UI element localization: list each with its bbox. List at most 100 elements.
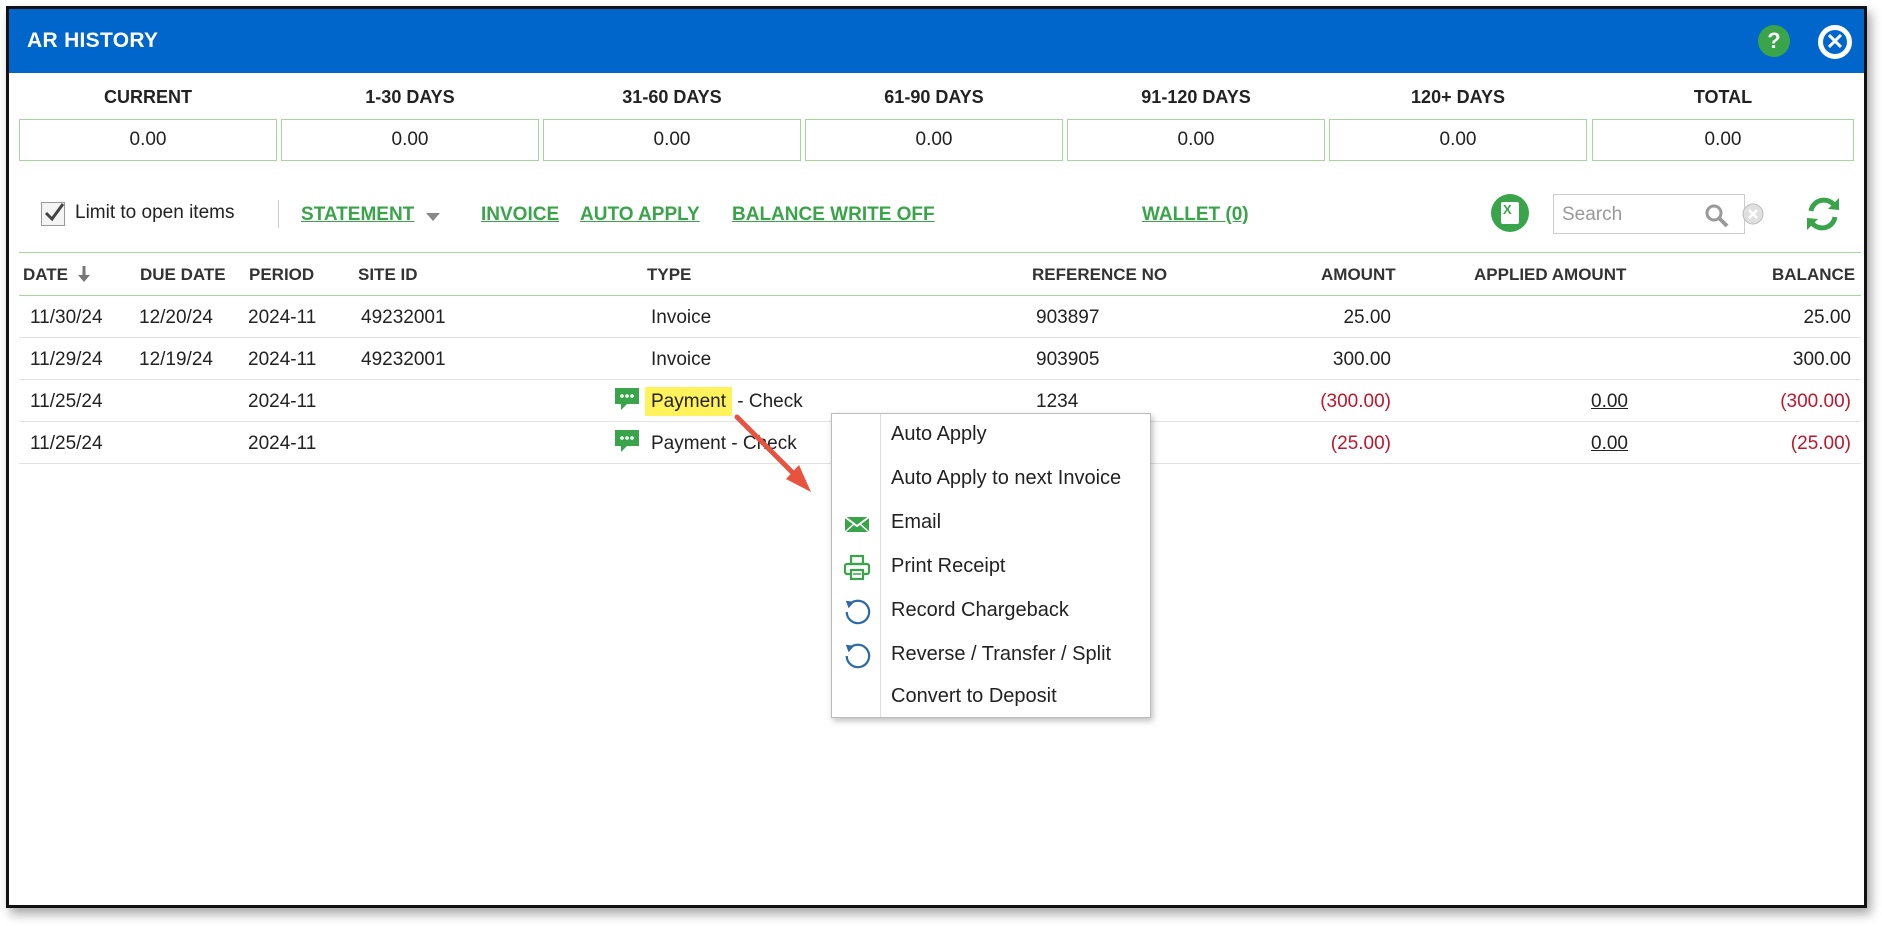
cell-applied-amount[interactable]: 0.00 xyxy=(1591,433,1628,455)
chevron-down-icon[interactable] xyxy=(426,213,440,221)
window-title: AR HISTORY xyxy=(27,29,159,52)
menu-item-label: Auto Apply to next Invoice xyxy=(891,467,1122,489)
auto-apply-link[interactable]: AUTO APPLY xyxy=(580,204,700,226)
cell-period: 2024-11 xyxy=(248,349,317,370)
menu-item-label: Record Chargeback xyxy=(891,599,1069,621)
cell-site-id: 49232001 xyxy=(361,349,446,370)
menu-item-label: Print Receipt xyxy=(891,555,1006,577)
close-icon[interactable]: ✕ xyxy=(1818,25,1852,59)
comment-icon[interactable] xyxy=(613,428,641,454)
balance-write-off-link[interactable]: BALANCE WRITE OFF xyxy=(732,204,935,226)
aging-value: 0.00 xyxy=(281,119,539,161)
col-due-date[interactable]: DUE DATE xyxy=(140,265,226,285)
type-suffix: - Check xyxy=(731,391,803,412)
col-site-id[interactable]: SITE ID xyxy=(358,265,418,285)
aging-1-30: 1-30 DAYS 0.00 xyxy=(281,83,539,161)
cell-period: 2024-11 xyxy=(248,391,317,412)
cell-reference-no: 903897 xyxy=(1036,307,1100,328)
col-type[interactable]: TYPE xyxy=(647,265,691,285)
col-period[interactable]: PERIOD xyxy=(249,265,314,285)
cell-amount: (25.00) xyxy=(1330,433,1391,454)
comment-icon[interactable] xyxy=(613,386,641,412)
refresh-icon[interactable] xyxy=(1803,194,1843,234)
aging-91-120: 91-120 DAYS 0.00 xyxy=(1067,83,1325,161)
cell-due-date: 12/19/24 xyxy=(139,349,213,370)
cell-period: 2024-11 xyxy=(248,433,317,454)
cell-applied-amount[interactable]: 0.00 xyxy=(1591,391,1628,413)
cell-period: 2024-11 xyxy=(248,307,317,328)
menu-item-email[interactable]: Email xyxy=(832,504,1150,544)
envelope-icon xyxy=(844,516,870,533)
title-bar: AR HISTORY ? ✕ xyxy=(9,9,1864,73)
aging-value: 0.00 xyxy=(1067,119,1325,161)
undo-icon xyxy=(845,599,871,625)
toolbar-divider xyxy=(278,200,279,228)
search-icon[interactable] xyxy=(1704,203,1730,229)
aging-total: TOTAL 0.00 xyxy=(1592,83,1854,161)
cell-type: Invoice xyxy=(651,349,712,370)
col-reference-no[interactable]: REFERENCE NO xyxy=(1032,265,1167,285)
cell-reference-no: 1234 xyxy=(1036,391,1079,412)
wallet-link[interactable]: WALLET (0) xyxy=(1142,204,1249,226)
menu-item-auto-apply-next-invoice[interactable]: Auto Apply to next Invoice xyxy=(832,460,1150,500)
toolbar: Limit to open items STATEMENT INVOICE AU… xyxy=(33,194,1864,234)
cell-balance: (25.00) xyxy=(1790,433,1851,454)
aging-label: 91-120 DAYS xyxy=(1141,87,1251,107)
search-box[interactable]: Search xyxy=(1553,194,1745,234)
menu-item-auto-apply[interactable]: Auto Apply xyxy=(832,416,1150,456)
undo-icon xyxy=(845,643,871,669)
row-context-menu: Auto Apply Auto Apply to next Invoice Em… xyxy=(831,413,1151,718)
aging-summary: CURRENT 0.00 1-30 DAYS 0.00 31-60 DAYS 0… xyxy=(19,83,1861,173)
aging-value: 0.00 xyxy=(1592,119,1854,161)
cell-balance: 300.00 xyxy=(1792,349,1851,370)
aging-value: 0.00 xyxy=(543,119,801,161)
aging-label: 31-60 DAYS xyxy=(622,87,722,107)
menu-item-print-receipt[interactable]: Print Receipt xyxy=(832,548,1150,588)
limit-open-items-checkbox[interactable] xyxy=(41,202,65,226)
menu-item-label: Reverse / Transfer / Split xyxy=(891,643,1112,665)
help-icon[interactable]: ? xyxy=(1758,25,1790,57)
search-input[interactable]: Search xyxy=(1562,204,1622,226)
checkmark-icon xyxy=(44,203,65,222)
aging-31-60: 31-60 DAYS 0.00 xyxy=(543,83,801,161)
cell-site-id: 49232001 xyxy=(361,307,446,328)
aging-value: 0.00 xyxy=(1329,119,1587,161)
cell-amount: (300.00) xyxy=(1320,391,1391,412)
aging-value: 0.00 xyxy=(19,119,277,161)
col-amount[interactable]: AMOUNT xyxy=(1321,265,1396,285)
aging-current: CURRENT 0.00 xyxy=(19,83,277,161)
ar-history-window: AR HISTORY ? ✕ CURRENT 0.00 1-30 DAYS 0.… xyxy=(6,6,1867,908)
invoice-link[interactable]: INVOICE xyxy=(481,204,559,226)
excel-export-icon[interactable]: X xyxy=(1491,194,1529,232)
col-balance[interactable]: BALANCE xyxy=(1772,265,1855,285)
clear-search-icon[interactable] xyxy=(1741,202,1765,226)
menu-item-reverse-transfer-split[interactable]: Reverse / Transfer / Split xyxy=(832,636,1150,676)
cell-type: Invoice xyxy=(651,307,712,328)
printer-icon xyxy=(843,554,871,581)
type-label: Payment xyxy=(651,433,726,454)
type-suffix: - Check xyxy=(725,433,797,454)
cell-amount: 25.00 xyxy=(1343,307,1391,328)
cell-reference-no: 903905 xyxy=(1036,349,1100,370)
menu-item-convert-to-deposit[interactable]: Convert to Deposit xyxy=(832,678,1150,718)
aging-61-90: 61-90 DAYS 0.00 xyxy=(805,83,1063,161)
table-row[interactable]: 11/29/24 12/19/24 2024-11 49232001 Invoi… xyxy=(19,338,1861,380)
menu-item-label: Convert to Deposit xyxy=(891,685,1057,707)
table-row[interactable]: 11/30/24 12/20/24 2024-11 49232001 Invoi… xyxy=(19,296,1861,338)
type-highlight: Payment xyxy=(645,387,732,416)
menu-item-record-chargeback[interactable]: Record Chargeback xyxy=(832,592,1150,632)
aging-label: TOTAL xyxy=(1693,87,1753,107)
col-applied-amount[interactable]: APPLIED AMOUNT xyxy=(1474,265,1626,285)
table-header: DATE DUE DATE PERIOD SITE ID TYPE REFERE… xyxy=(19,252,1861,296)
aging-120-plus: 120+ DAYS 0.00 xyxy=(1329,83,1587,161)
cell-balance: 25.00 xyxy=(1803,307,1851,328)
cell-date: 11/30/24 xyxy=(30,307,103,328)
cell-type[interactable]: Payment - Check xyxy=(645,387,803,416)
cell-date: 11/25/24 xyxy=(30,391,103,412)
col-date[interactable]: DATE xyxy=(23,265,91,285)
excel-x-glyph: X xyxy=(1503,202,1512,217)
cell-due-date: 12/20/24 xyxy=(139,307,213,328)
sort-down-icon[interactable] xyxy=(77,265,91,283)
cell-date: 11/25/24 xyxy=(30,433,103,454)
statement-link[interactable]: STATEMENT xyxy=(301,204,414,226)
